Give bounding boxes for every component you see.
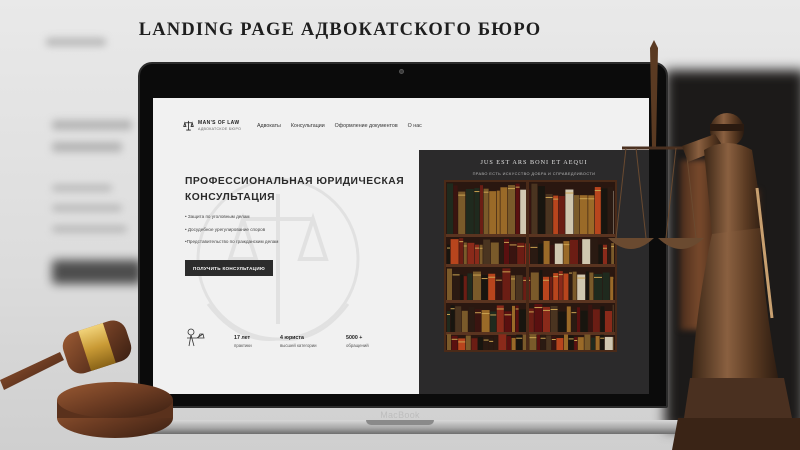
bookshelf-icon xyxy=(446,182,615,350)
laptop-screen: MAN'S OF LAW АДВОКАТСКОЕ БЮРО Адвокаты К… xyxy=(153,98,649,394)
list-item: • Досудебное урегулирование споров xyxy=(185,226,266,232)
scales-icon xyxy=(183,120,194,131)
stat-lawyers: 4 юриста высшей категории xyxy=(280,335,317,349)
hero-section: ПРОФЕССИОНАЛЬНАЯ ЮРИДИЧЕСКАЯ КОНСУЛЬТАЦИ… xyxy=(153,144,419,394)
stat-label: обращений xyxy=(346,343,369,348)
nav-item-about[interactable]: О нас xyxy=(408,123,422,129)
headline: LANDING PAGE АДВОКАТСКОГО БЮРО xyxy=(138,20,542,40)
stat-value: 17 лет xyxy=(234,335,251,341)
site-logo[interactable]: MAN'S OF LAW АДВОКАТСКОЕ БЮРО xyxy=(183,120,241,131)
laptop-brand-label: MacBook xyxy=(380,410,420,420)
stat-value: 4 юриста xyxy=(280,335,304,341)
themis-scales-icon xyxy=(187,328,205,347)
laptop-notch xyxy=(366,420,434,425)
hero-title-line-2: КОНСУЛЬТАЦИЯ xyxy=(185,191,276,203)
get-consultation-button[interactable]: ПОЛУЧИТЬ КОНСУЛЬТАЦИЮ xyxy=(185,260,273,276)
site-header: MAN'S OF LAW АДВОКАТСКОЕ БЮРО Адвокаты К… xyxy=(153,98,649,144)
services-list: • Защита по уголовным делам • Досудебное… xyxy=(185,211,278,249)
stat-requests: 5000 + обращений xyxy=(346,335,369,349)
logo-name: MAN'S OF LAW xyxy=(198,120,240,126)
logo-tagline: АДВОКАТСКОЕ БЮРО xyxy=(198,127,242,131)
list-item: •Представительство по гражданским делам xyxy=(185,239,279,245)
stat-value: 5000 + xyxy=(346,335,363,341)
camera-dot xyxy=(399,69,404,74)
hero-title: ПРОФЕССИОНАЛЬНАЯ ЮРИДИЧЕСКАЯ КОНСУЛЬТАЦИ… xyxy=(185,174,410,205)
stat-experience: 17 лет практики xyxy=(234,335,252,349)
nav-item-documents[interactable]: Оформление документов xyxy=(335,123,398,129)
nav-item-lawyers[interactable]: Адвокаты xyxy=(257,123,281,129)
nav-item-consultations[interactable]: Консультации xyxy=(291,123,325,129)
main-nav: Адвокаты Консультации Оформление докумен… xyxy=(257,123,422,129)
stat-label: высшей категории xyxy=(280,343,317,348)
hero-title-line-1: ПРОФЕССИОНАЛЬНАЯ ЮРИДИЧЕСКАЯ xyxy=(185,176,405,187)
lady-justice-statue-icon xyxy=(608,40,800,450)
gavel-icon xyxy=(0,320,173,438)
stat-label: практики xyxy=(234,343,252,348)
list-item: • Защита по уголовным делам xyxy=(185,214,250,219)
